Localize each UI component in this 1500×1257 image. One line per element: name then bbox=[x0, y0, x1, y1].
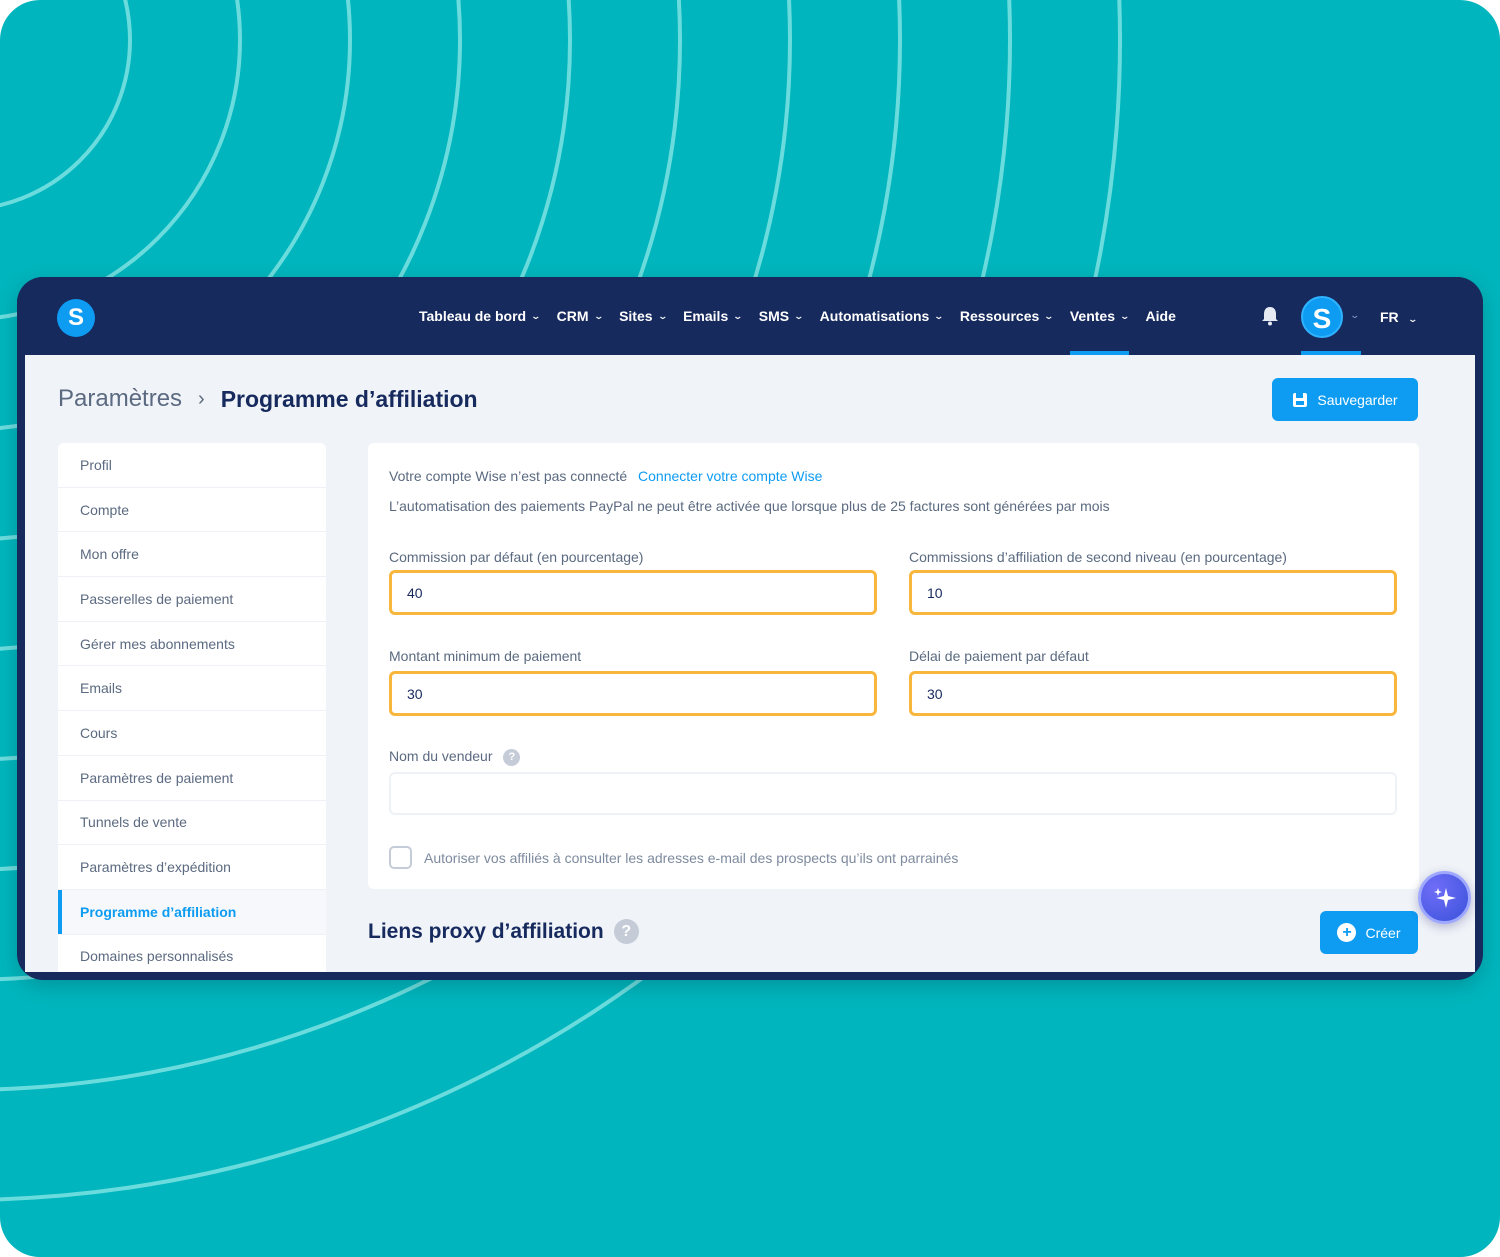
chevron-down-icon: ⌄ bbox=[732, 310, 744, 321]
sidebar-item-domaines-personnalises[interactable]: Domaines personnalisés bbox=[58, 935, 326, 972]
proxy-links-title: Liens proxy d’affiliation bbox=[368, 919, 604, 943]
bell-icon[interactable] bbox=[1261, 306, 1279, 326]
sidebar-item-label: Cours bbox=[80, 724, 118, 741]
language-label: FR bbox=[1380, 309, 1399, 325]
sidebar-item-label: Tunnels de vente bbox=[80, 814, 187, 831]
plus-circle-icon: + bbox=[1337, 923, 1357, 942]
nav-item-label: Emails bbox=[683, 308, 729, 324]
commission-input[interactable] bbox=[389, 570, 877, 615]
sidebar-item-mon-offre[interactable]: Mon offre bbox=[58, 532, 326, 578]
allow-emails-label: Autoriser vos affiliés à consulter les a… bbox=[424, 850, 959, 866]
chevron-down-icon: ⌄ bbox=[530, 310, 542, 321]
seller-name-input[interactable] bbox=[389, 772, 1397, 815]
nav-item-label: SMS bbox=[758, 308, 790, 324]
sidebar-item-passerelles-de-paiement[interactable]: Passerelles de paiement bbox=[58, 577, 326, 622]
payment-delay-input[interactable] bbox=[909, 671, 1397, 716]
sidebar-item-label: Paramètres de paiement bbox=[80, 769, 234, 786]
chevron-right-icon: › bbox=[198, 387, 205, 410]
paypal-note: L’automatisation des paiements PayPal ne… bbox=[389, 498, 1110, 514]
sidebar-item-label: Profil bbox=[80, 456, 112, 473]
user-menu[interactable]: S ⌄ bbox=[1301, 277, 1363, 355]
wise-status-text: Votre compte Wise n’est pas connecté bbox=[389, 468, 628, 484]
sidebar-item-label: Gérer mes abonnements bbox=[80, 635, 235, 652]
nav-item-automatisations[interactable]: Automatisations ⌄ bbox=[819, 277, 945, 355]
commission-label: Commission par défaut (en pourcentage) bbox=[389, 549, 644, 565]
chevron-down-icon: ⌄ bbox=[1119, 310, 1131, 321]
save-button[interactable]: Sauvegarder bbox=[1272, 378, 1418, 421]
chevron-down-icon: ⌄ bbox=[593, 310, 604, 321]
sidebar-item-programme-affiliation[interactable]: Programme d’affiliation bbox=[58, 889, 326, 935]
allow-emails-checkbox[interactable] bbox=[389, 846, 412, 869]
app-window: S Tableau de bord ⌄ CRM ⌄ Sites ⌄ Emails… bbox=[17, 277, 1483, 980]
affiliation-settings-panel: Votre compte Wise n’est pas connecté Con… bbox=[368, 443, 1419, 889]
chevron-down-icon: ⌄ bbox=[793, 310, 805, 321]
min-payment-input[interactable] bbox=[389, 671, 877, 716]
sidebar-item-emails[interactable]: Emails bbox=[58, 666, 326, 712]
avatar: S bbox=[1301, 296, 1343, 338]
seller-name-label-row: Nom du vendeur ? bbox=[389, 748, 521, 766]
sidebar-item-label: Compte bbox=[80, 501, 130, 518]
sparkle-icon bbox=[1433, 887, 1456, 908]
nav-item-tableau-de-bord[interactable]: Tableau de bord ⌄ bbox=[419, 277, 542, 355]
top-navbar: S Tableau de bord ⌄ CRM ⌄ Sites ⌄ Emails… bbox=[17, 277, 1483, 355]
app-logo[interactable]: S bbox=[57, 299, 95, 337]
nav-item-ventes[interactable]: Ventes ⌄ bbox=[1069, 277, 1131, 355]
sidebar-item-label: Passerelles de paiement bbox=[80, 590, 234, 607]
nav-item-ressources[interactable]: Ressources ⌄ bbox=[959, 277, 1055, 355]
sidebar-item-label: Paramètres d’expédition bbox=[80, 859, 231, 876]
sidebar-item-parametres-expedition[interactable]: Paramètres d’expédition bbox=[58, 845, 326, 890]
nav-item-label: Automatisations bbox=[819, 308, 930, 324]
nav-item-aide[interactable]: Aide bbox=[1146, 277, 1176, 355]
main-content: Paramètres › Programme d’affiliation Sau… bbox=[25, 355, 1475, 972]
nav-item-label: Aide bbox=[1145, 308, 1176, 324]
chevron-down-icon: ⌄ bbox=[1349, 310, 1361, 320]
settings-sidebar: Profil Compte Mon offre Passerelles de p… bbox=[58, 443, 326, 972]
chevron-down-icon: ⌄ bbox=[657, 310, 668, 321]
payment-delay-label: Délai de paiement par défaut bbox=[909, 648, 1089, 664]
language-selector[interactable]: FR ⌄ bbox=[1380, 309, 1418, 325]
wise-status: Votre compte Wise n’est pas connecté Con… bbox=[389, 468, 822, 484]
main-nav: Tableau de bord ⌄ CRM ⌄ Sites ⌄ Emails ⌄… bbox=[419, 277, 1193, 355]
sidebar-item-cours[interactable]: Cours bbox=[58, 711, 326, 756]
help-icon[interactable]: ? bbox=[503, 748, 521, 766]
proxy-links-section-title: Liens proxy d’affiliation ? bbox=[368, 919, 639, 944]
ai-assistant-button[interactable] bbox=[1418, 871, 1471, 924]
sidebar-item-parametres-de-paiement[interactable]: Paramètres de paiement bbox=[58, 756, 326, 801]
create-button[interactable]: + Créer bbox=[1320, 911, 1418, 954]
chevron-down-icon: ⌄ bbox=[933, 310, 945, 321]
help-icon[interactable]: ? bbox=[613, 919, 639, 944]
sidebar-item-label: Domaines personnalisés bbox=[80, 948, 234, 965]
breadcrumb-parent[interactable]: Paramètres bbox=[58, 385, 182, 413]
floppy-disk-icon bbox=[1293, 392, 1308, 407]
sidebar-item-label: Programme d’affiliation bbox=[80, 903, 237, 920]
nav-item-sms[interactable]: SMS ⌄ bbox=[758, 277, 805, 355]
nav-item-emails[interactable]: Emails ⌄ bbox=[683, 277, 744, 355]
page-title: Programme d’affiliation bbox=[220, 385, 478, 412]
sidebar-item-profil[interactable]: Profil bbox=[58, 443, 326, 488]
save-button-label: Sauvegarder bbox=[1317, 391, 1398, 408]
nav-item-label: CRM bbox=[556, 308, 589, 324]
sidebar-item-gerer-mes-abonnements[interactable]: Gérer mes abonnements bbox=[58, 622, 326, 667]
nav-item-sites[interactable]: Sites ⌄ bbox=[619, 277, 668, 355]
nav-item-label: Tableau de bord bbox=[419, 308, 527, 324]
seller-name-label: Nom du vendeur bbox=[389, 748, 493, 764]
min-payment-label: Montant minimum de paiement bbox=[389, 648, 582, 664]
nav-item-label: Ventes bbox=[1069, 308, 1115, 324]
sidebar-item-label: Mon offre bbox=[80, 546, 139, 563]
breadcrumb: Paramètres › Programme d’affiliation bbox=[58, 385, 478, 413]
second-level-commission-label: Commissions d’affiliation de second nive… bbox=[909, 549, 1287, 565]
create-button-label: Créer bbox=[1365, 924, 1401, 941]
sidebar-item-label: Emails bbox=[80, 680, 123, 697]
connect-wise-link[interactable]: Connecter votre compte Wise bbox=[638, 468, 822, 484]
sidebar-item-tunnels-de-vente[interactable]: Tunnels de vente bbox=[58, 801, 326, 846]
second-level-commission-input[interactable] bbox=[909, 570, 1397, 615]
nav-item-label: Ressources bbox=[959, 308, 1040, 324]
nav-item-label: Sites bbox=[619, 308, 653, 324]
sidebar-item-compte[interactable]: Compte bbox=[58, 488, 326, 533]
chevron-down-icon: ⌄ bbox=[1407, 314, 1418, 324]
chevron-down-icon: ⌄ bbox=[1043, 310, 1055, 321]
nav-item-crm[interactable]: CRM ⌄ bbox=[556, 277, 604, 355]
